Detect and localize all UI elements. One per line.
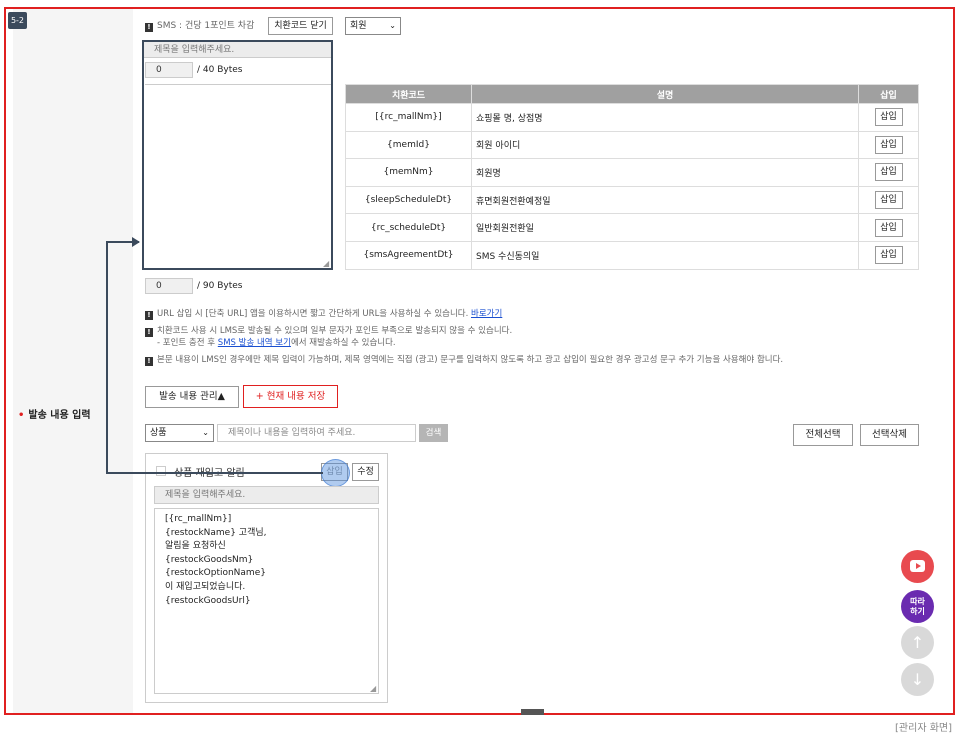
desc-cell: 휴면회원전환예정일 [471, 185, 859, 215]
desc-cell: 회원명 [471, 158, 859, 187]
sms-notice: ! SMS : 건당 1포인트 차감 [145, 18, 254, 32]
table-row: {memId} 회원 아이디 삽입 [345, 130, 919, 160]
card-checkbox[interactable] [156, 466, 166, 476]
insert-button[interactable]: 삽입 [874, 218, 903, 237]
resize-handle-icon[interactable]: ◢ [323, 259, 329, 268]
body-byte-limit: / 90 Bytes [197, 281, 243, 291]
code-cell: {memNm} [345, 158, 472, 187]
table-row: {smsAgreementDt} SMS 수신동의일 삽입 [345, 240, 919, 270]
title-notice-text: 본문 내용이 LMS인 경우에만 제목 입력이 가능하며, 제목 영역에는 직접… [157, 355, 784, 365]
member-select[interactable]: 회원 ⌄ [345, 17, 401, 35]
url-notice: ! URL 삽입 시 [단축 URL] 앱을 이용하시면 짧고 간단하게 URL을… [145, 308, 502, 320]
insert-button[interactable]: 삽입 [874, 135, 903, 154]
label-column [13, 9, 133, 713]
code-cell: {memId} [345, 130, 472, 160]
search-button[interactable]: 검색 [419, 424, 448, 442]
title-byte-counter: 0 [145, 62, 193, 78]
shortcut-link[interactable]: 바로가기 [471, 309, 502, 319]
close-code-button[interactable]: 치환코드 닫기 [268, 17, 333, 35]
notice-icon: ! [145, 311, 153, 320]
action-cell: 삽입 [858, 185, 919, 215]
table-row: {memNm} 회원명 삽입 [345, 158, 919, 187]
insert-button[interactable]: 삽입 [874, 191, 903, 210]
title-input[interactable]: 제목을 입력해주세요. [144, 42, 331, 58]
chevron-down-icon: ⌄ [202, 428, 209, 437]
action-cell: 삽입 [858, 130, 919, 160]
scroll-down-button[interactable]: ↓ [901, 663, 934, 696]
sms-notice-text: SMS : 건당 1포인트 차감 [157, 21, 255, 31]
card-body-text[interactable]: [{rc_mallNm}] {restockName} 고객님, 알림을 요청하… [154, 508, 379, 694]
resize-handle-icon[interactable]: ◢ [370, 684, 376, 693]
header-insert: 삽입 [858, 84, 919, 104]
desc-cell: 쇼핑몰 명, 상점명 [471, 103, 859, 132]
follow-along-label: 따라 하기 [910, 597, 925, 616]
click-highlight [321, 459, 350, 487]
code-cell: {smsAgreementDt} [345, 240, 472, 270]
bottom-tab-handle [521, 709, 544, 715]
charge-notice-prefix: - 포인트 충전 후 [157, 338, 218, 348]
arrow-up-icon: ↑ [910, 633, 925, 652]
member-select-value: 회원 [350, 21, 367, 31]
charge-notice: - 포인트 충전 후 SMS 발송 내역 보기에서 재발송하실 수 있습니다. [157, 337, 396, 349]
notice-icon: ! [145, 23, 153, 32]
code-cell: [{rc_mallNm}] [345, 103, 472, 132]
select-all-button[interactable]: 전체선택 [793, 424, 853, 446]
section-label: • 발송 내용 입력 [18, 410, 91, 421]
save-current-button[interactable]: + 현재 내용 저장 [243, 385, 338, 408]
body-textarea[interactable] [145, 84, 331, 268]
desc-cell: SMS 수신동의일 [471, 240, 859, 270]
arrow-down-icon: ↓ [910, 670, 925, 689]
sms-history-link[interactable]: SMS 발송 내역 보기 [218, 338, 291, 348]
table-header-row: 치환코드 설명 삽입 [345, 84, 919, 104]
youtube-button[interactable] [901, 550, 934, 583]
insert-button[interactable]: 삽입 [874, 163, 903, 182]
replace-code-table: 치환코드 설명 삽입 [{rc_mallNm}] 쇼핑몰 명, 상점명 삽입 {… [345, 84, 919, 270]
table-row: [{rc_mallNm}] 쇼핑몰 명, 상점명 삽입 [345, 103, 919, 132]
table-row: {sleepScheduleDt} 휴면회원전환예정일 삽입 [345, 185, 919, 215]
action-cell: 삽입 [858, 240, 919, 270]
insert-button[interactable]: 삽입 [874, 108, 903, 127]
action-cell: 삽입 [858, 103, 919, 132]
title-notice: ! 본문 내용이 LMS인 경우에만 제목 입력이 가능하며, 제목 영역에는 직… [145, 354, 783, 366]
search-input[interactable]: 제목이나 내용을 입력하여 주세요. [217, 424, 416, 442]
manage-content-button[interactable]: 발송 내용 관리▲ [145, 386, 239, 408]
desc-cell: 일반회원전환일 [471, 213, 859, 242]
screen-caption: [관리자 화면] [895, 723, 952, 734]
scroll-up-button[interactable]: ↑ [901, 626, 934, 659]
lms-notice: ! 치환코드 사용 시 LMS로 발송될 수 있으며 일부 문자가 포인트 부족으… [145, 325, 512, 337]
body-byte-counter: 0 [145, 278, 193, 294]
title-byte-limit: / 40 Bytes [197, 65, 243, 75]
action-cell: 삽입 [858, 213, 919, 242]
code-cell: {sleepScheduleDt} [345, 185, 472, 215]
code-cell: {rc_scheduleDt} [345, 213, 472, 242]
desc-cell: 회원 아이디 [471, 130, 859, 160]
header-desc: 설명 [471, 84, 859, 104]
chevron-down-icon: ⌄ [389, 21, 396, 30]
filter-select-value: 상품 [150, 428, 167, 438]
card-title: 상품 재입고 알림 [174, 468, 245, 479]
follow-along-button[interactable]: 따라 하기 [901, 590, 934, 623]
filter-select[interactable]: 상품 ⌄ [145, 424, 214, 442]
section-label-text: 발송 내용 입력 [28, 410, 91, 421]
charge-notice-suffix: 에서 재발송하실 수 있습니다. [290, 338, 396, 348]
notice-icon: ! [145, 328, 153, 337]
table-row: {rc_scheduleDt} 일반회원전환일 삽입 [345, 213, 919, 242]
card-title-input[interactable]: 제목을 입력해주세요. [154, 486, 379, 504]
lms-notice-text: 치환코드 사용 시 LMS로 발송될 수 있으며 일부 문자가 포인트 부족으로… [157, 326, 513, 336]
insert-button[interactable]: 삽입 [874, 246, 903, 265]
youtube-icon [910, 560, 925, 572]
url-notice-text: URL 삽입 시 [단축 URL] 앱을 이용하시면 짧고 간단하게 URL을 … [157, 309, 469, 319]
step-badge: 5-2 [8, 12, 27, 29]
action-cell: 삽입 [858, 158, 919, 187]
delete-selected-button[interactable]: 선택삭제 [860, 424, 919, 446]
header-code: 치환코드 [345, 84, 472, 104]
notice-icon: ! [145, 357, 153, 366]
card-edit-button[interactable]: 수정 [352, 463, 379, 481]
